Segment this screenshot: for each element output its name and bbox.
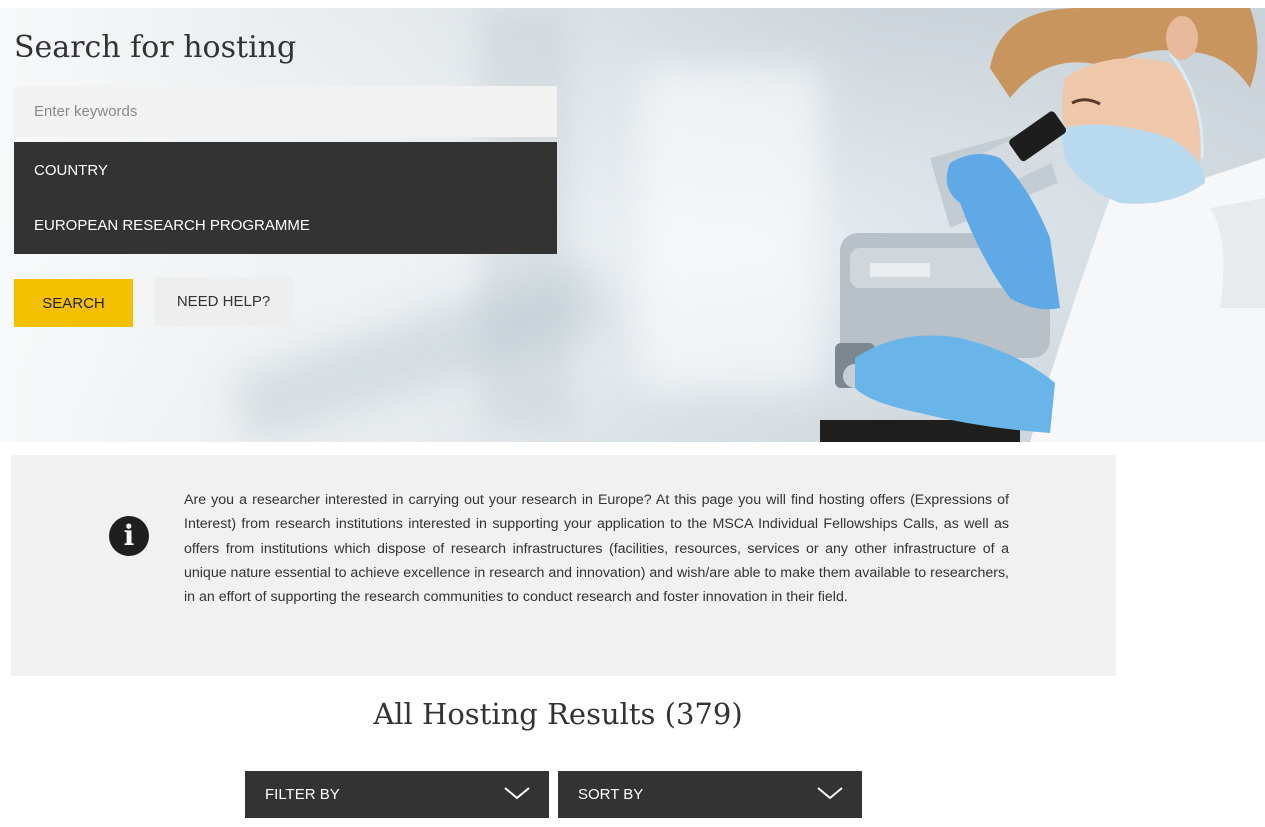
need-help-button[interactable]: NEED HELP? [154,277,293,326]
hero-banner: Search for hosting COUNTRY EUROPEAN RESE… [0,8,1265,442]
chevron-down-icon [817,787,843,800]
filter-by-label: FILTER BY [265,786,340,803]
scientist-microscope-image [820,8,1265,442]
filters-panel: COUNTRY EUROPEAN RESEARCH PROGRAMME [14,142,557,254]
chevron-down-icon [504,787,530,800]
results-title: All Hosting Results (379) [373,697,743,731]
sort-by-label: SORT BY [578,786,644,803]
search-button[interactable]: SEARCH [14,279,133,327]
info-box: i Are you a researcher interested in car… [11,455,1116,676]
sort-by-dropdown[interactable]: SORT BY [558,771,862,818]
research-programme-filter[interactable]: EUROPEAN RESEARCH PROGRAMME [34,217,310,234]
filter-by-dropdown[interactable]: FILTER BY [245,771,549,818]
country-filter[interactable]: COUNTRY [34,162,108,179]
page-title: Search for hosting [14,30,297,65]
keywords-input[interactable] [14,86,557,137]
info-text: Are you a researcher interested in carry… [184,492,1009,606]
info-icon: i [109,516,149,556]
